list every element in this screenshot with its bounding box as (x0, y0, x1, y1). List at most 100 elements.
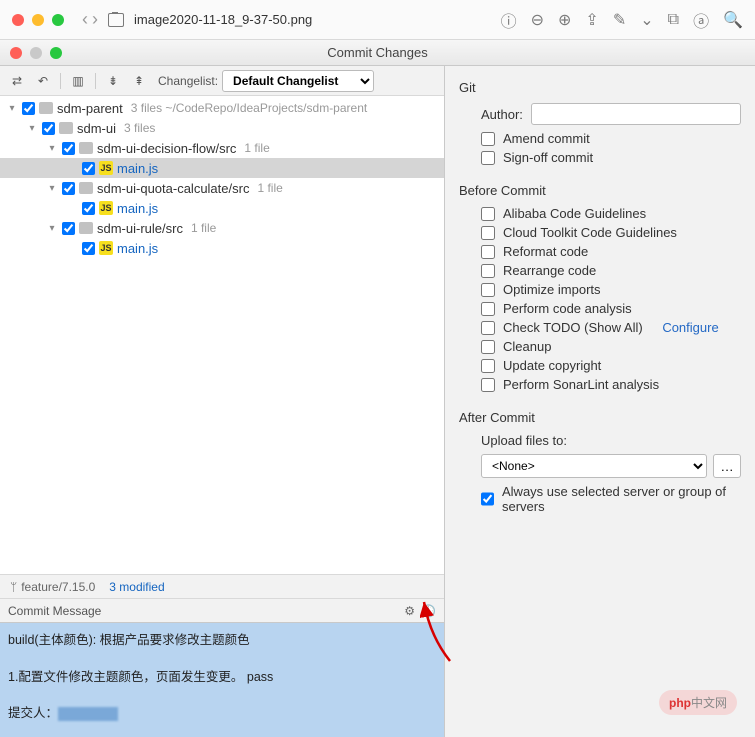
amend-checkbox[interactable] (481, 132, 495, 146)
folder-icon (59, 122, 73, 134)
tree-checkbox[interactable] (42, 122, 55, 135)
git-section-title: Git (459, 80, 741, 95)
modified-count[interactable]: 3 modified (109, 580, 164, 594)
dialog-zoom-icon[interactable] (50, 47, 62, 59)
person-icon[interactable]: ⓐ (693, 8, 709, 32)
before-commit-label: Rearrange code (503, 263, 596, 278)
author-input[interactable] (531, 103, 741, 125)
tree-node[interactable]: ▾ sdm-ui 3 files (0, 118, 444, 138)
dialog-titlebar: Commit Changes (0, 40, 755, 66)
upload-more-button[interactable]: … (713, 454, 741, 478)
expand-all-icon[interactable]: ⇟ (102, 70, 124, 92)
js-file-icon: JS (99, 241, 113, 255)
mac-toolbar-right: ⓘ ⊖ ⊕ ⇪ ✎ ⌄ ⧉ ⓐ 🔍 (501, 8, 743, 32)
before-commit-checkbox[interactable] (481, 378, 495, 392)
chevron-down-icon[interactable]: ▾ (46, 143, 58, 154)
chevron-down-icon[interactable]: ▾ (26, 123, 38, 134)
zoom-window-icon[interactable] (52, 14, 64, 26)
before-commit-label: Optimize imports (503, 282, 601, 297)
tree-node-meta: 1 file (191, 221, 216, 235)
tree-file-label: main.js (117, 201, 158, 216)
tree-checkbox[interactable] (62, 182, 75, 195)
tree-file[interactable]: JS main.js (0, 238, 444, 258)
before-commit-label: Update copyright (503, 358, 601, 373)
always-use-checkbox[interactable] (481, 492, 494, 506)
dialog-close-icon[interactable] (10, 47, 22, 59)
before-commit-checkbox[interactable] (481, 321, 495, 335)
tree-file[interactable]: JS main.js (0, 158, 444, 178)
nav-back-icon[interactable]: ‹ (82, 9, 88, 30)
before-commit-checkbox[interactable] (481, 245, 495, 259)
commit-message-line: 提交人： (8, 706, 58, 720)
left-panel: ⇄ ↶ ▥ ⇟ ⇞ Changelist: Default Changelist… (0, 66, 445, 737)
right-panel: Git Author: Amend commit Sign-off commit… (445, 66, 755, 737)
before-commit-checkbox[interactable] (481, 264, 495, 278)
tree-node-meta: 1 file (257, 181, 282, 195)
chevron-down-icon[interactable]: ▾ (46, 183, 58, 194)
edit-icon[interactable]: ✎ (613, 10, 626, 30)
info-icon[interactable]: ⓘ (501, 8, 517, 32)
dialog-traffic-lights (10, 47, 62, 59)
configure-link[interactable]: Configure (662, 320, 718, 335)
folder-icon (79, 222, 93, 234)
search-icon[interactable]: 🔍 (723, 10, 743, 30)
zoom-in-icon[interactable]: ⊕ (558, 10, 571, 30)
changelist-select[interactable]: Default Changelist (222, 70, 374, 92)
dialog-body: ⇄ ↶ ▥ ⇟ ⇞ Changelist: Default Changelist… (0, 66, 755, 737)
tree-node[interactable]: ▾ sdm-ui-quota-calculate/src 1 file (0, 178, 444, 198)
before-commit-label: Cloud Toolkit Code Guidelines (503, 225, 677, 240)
nav-arrows: ‹ › (82, 9, 98, 30)
before-commit-checkbox[interactable] (481, 207, 495, 221)
minimize-window-icon[interactable] (32, 14, 44, 26)
tree-file[interactable]: JS main.js (0, 198, 444, 218)
changes-status-bar: ᛘ feature/7.15.0 3 modified (0, 574, 444, 598)
before-commit-label: Cleanup (503, 339, 551, 354)
dialog-minimize-icon (30, 47, 42, 59)
nav-forward-icon[interactable]: › (92, 9, 98, 30)
changes-tree[interactable]: ▾ sdm-parent 3 files ~/CodeRepo/IdeaProj… (0, 96, 444, 574)
close-window-icon[interactable] (12, 14, 24, 26)
new-window-icon[interactable]: ⧉ (668, 11, 679, 29)
tree-checkbox[interactable] (62, 222, 75, 235)
amend-label: Amend commit (503, 131, 590, 146)
tree-node-meta: 3 files ~/CodeRepo/IdeaProjects/sdm-pare… (131, 101, 367, 115)
share-icon[interactable]: ⇪ (585, 10, 598, 30)
show-diff-icon[interactable]: ⇄ (6, 70, 28, 92)
upload-target-select[interactable]: <None> (481, 454, 707, 478)
branch-indicator[interactable]: ᛘ feature/7.15.0 (10, 580, 95, 594)
tree-checkbox[interactable] (82, 162, 95, 175)
chevron-down-icon[interactable]: ▾ (46, 223, 58, 234)
tree-node-meta: 3 files (124, 121, 155, 135)
commit-message-settings-icon[interactable]: ⚙ (404, 604, 415, 618)
commit-history-icon[interactable]: 🕘 (421, 604, 436, 618)
tree-root[interactable]: ▾ sdm-parent 3 files ~/CodeRepo/IdeaProj… (0, 98, 444, 118)
before-commit-checkbox[interactable] (481, 226, 495, 240)
dialog-title: Commit Changes (327, 45, 427, 60)
before-commit-checkbox[interactable] (481, 359, 495, 373)
commit-message-line: build(主体颜色): 根据产品要求修改主题颜色 (8, 629, 436, 652)
tree-checkbox[interactable] (82, 202, 95, 215)
before-commit-checkbox[interactable] (481, 340, 495, 354)
tree-checkbox[interactable] (62, 142, 75, 155)
tree-node[interactable]: ▾ sdm-ui-decision-flow/src 1 file (0, 138, 444, 158)
signoff-label: Sign-off commit (503, 150, 593, 165)
before-commit-checkbox[interactable] (481, 302, 495, 316)
before-commit-checkbox[interactable] (481, 283, 495, 297)
chevron-down-icon[interactable]: ▾ (6, 103, 18, 114)
group-by-icon[interactable]: ▥ (67, 70, 89, 92)
traffic-lights (12, 14, 64, 26)
chevron-down-icon[interactable]: ⌄ (640, 10, 653, 30)
zoom-out-icon[interactable]: ⊖ (531, 10, 544, 30)
commit-message-line: 1.配置文件修改主题颜色，页面发生变更。 pass (8, 666, 436, 689)
changelist-label: Changelist: (158, 74, 218, 88)
tree-node[interactable]: ▾ sdm-ui-rule/src 1 file (0, 218, 444, 238)
always-use-label: Always use selected server or group of s… (502, 484, 741, 514)
tree-checkbox[interactable] (82, 242, 95, 255)
before-commit-label: Reformat code (503, 244, 588, 259)
author-row: Author: (481, 103, 741, 125)
signoff-checkbox[interactable] (481, 151, 495, 165)
commit-message-textarea[interactable]: build(主体颜色): 根据产品要求修改主题颜色 1.配置文件修改主题颜色，页… (0, 622, 444, 737)
rollback-icon[interactable]: ↶ (32, 70, 54, 92)
collapse-all-icon[interactable]: ⇞ (128, 70, 150, 92)
tree-checkbox[interactable] (22, 102, 35, 115)
